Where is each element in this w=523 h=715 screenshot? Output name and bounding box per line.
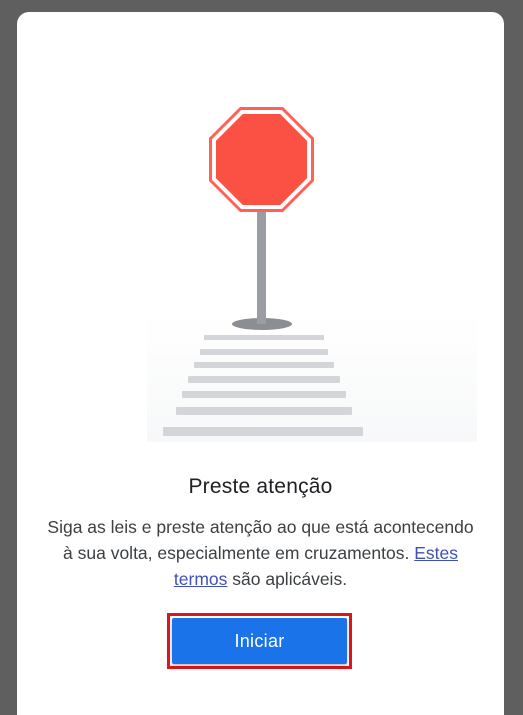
stop-sign-illustration (147, 107, 477, 442)
message-text: Siga as leis e preste atenção ao que est… (47, 517, 474, 563)
dialog-message: Siga as leis e preste atenção ao que est… (47, 514, 474, 592)
message-text-end: são aplicáveis. (227, 569, 348, 589)
stop-sign (209, 107, 314, 212)
start-button[interactable]: Iniciar (172, 618, 347, 664)
dialog-title: Preste atenção (188, 475, 333, 498)
onboarding-dialog: Preste atenção Siga as leis e preste ate… (17, 12, 504, 715)
sign-pole (257, 202, 266, 324)
